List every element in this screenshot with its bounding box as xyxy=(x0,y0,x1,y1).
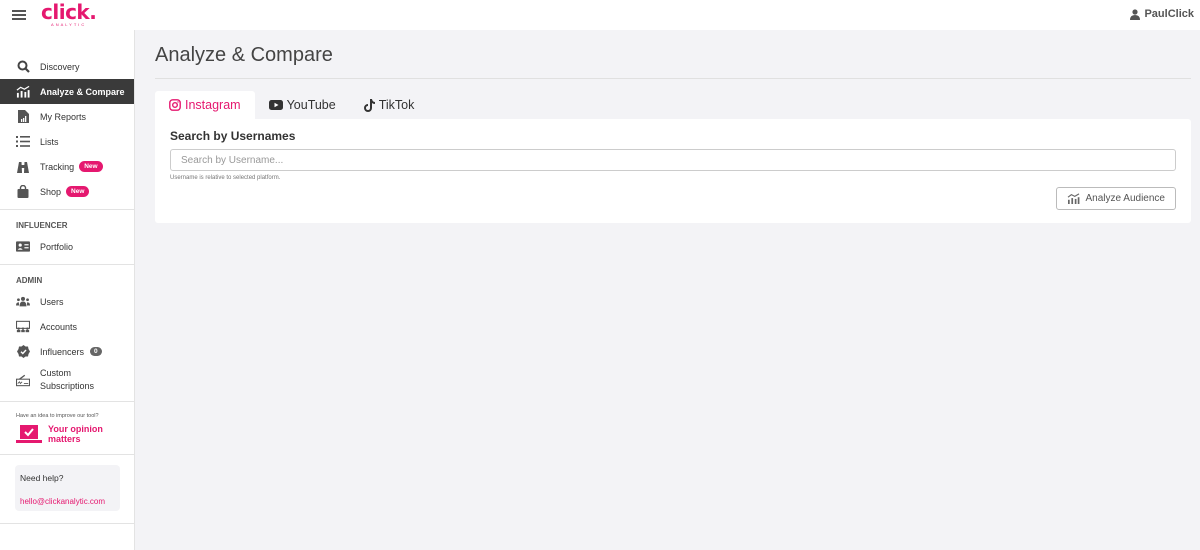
signature-icon xyxy=(16,373,30,387)
sidebar-item-my-reports[interactable]: My Reports xyxy=(0,104,134,129)
sidebar-item-accounts[interactable]: Accounts xyxy=(0,314,134,339)
divider xyxy=(0,209,134,210)
sidebar-item-label: Custom Subscriptions xyxy=(40,367,94,393)
user-name: PaulClick xyxy=(1144,8,1194,20)
sidebar-item-label: Lists xyxy=(40,136,59,147)
sidebar-item-label: Accounts xyxy=(40,321,78,332)
tab-label: YouTube xyxy=(286,98,336,112)
logo[interactable]: click. ANALYTIC xyxy=(41,0,97,27)
feedback-line-1: Your opinion xyxy=(48,424,103,434)
accounts-icon xyxy=(16,320,30,334)
binoculars-icon xyxy=(16,160,30,174)
feedback-section: Have an idea to improve our tool? Your o… xyxy=(0,407,134,444)
platform-tabs: Instagram YouTube TikTok xyxy=(155,91,1191,119)
instagram-icon xyxy=(169,99,181,111)
help-box: Need help? hello@clickanalytic.com xyxy=(15,465,120,511)
feedback-link[interactable]: Your opinion matters xyxy=(16,424,134,444)
sidebar-item-label: Discovery xyxy=(40,61,80,72)
chart-icon xyxy=(1068,193,1080,204)
sidebar-item-label: Portfolio xyxy=(40,241,74,252)
section-label-admin: ADMIN xyxy=(16,276,43,285)
sidebar-item-label: Tracking xyxy=(40,161,75,172)
label-line-1: Custom xyxy=(40,368,72,378)
tab-label: Instagram xyxy=(185,98,241,112)
main-content: Analyze & Compare Instagram YouTube TikT… xyxy=(155,30,1191,223)
count-badge: 0 xyxy=(90,347,102,356)
sidebar-item-users[interactable]: Users xyxy=(0,289,134,314)
button-label: Analyze Audience xyxy=(1085,193,1165,204)
top-bar: click. ANALYTIC PaulClick xyxy=(0,0,1200,30)
title-divider xyxy=(155,78,1191,79)
user-menu[interactable]: PaulClick xyxy=(1130,8,1194,20)
search-hint: Username is relative to selected platfor… xyxy=(170,175,281,181)
label-line-2: Subscriptions xyxy=(40,381,95,391)
search-icon xyxy=(16,60,30,74)
tab-tiktok[interactable]: TikTok xyxy=(350,91,429,119)
verified-badge-icon xyxy=(16,345,30,359)
feedback-prompt: Have an idea to improve our tool? xyxy=(16,413,99,419)
sidebar-item-tracking[interactable]: Tracking New xyxy=(0,154,134,179)
id-card-icon xyxy=(16,240,30,254)
sidebar-item-lists[interactable]: Lists xyxy=(0,129,134,154)
shopping-bag-icon xyxy=(16,185,30,199)
sidebar-item-label: My Reports xyxy=(40,111,87,122)
search-card: Search by Usernames Username is relative… xyxy=(155,119,1191,223)
help-email-link[interactable]: hello@clickanalytic.com xyxy=(20,497,115,506)
sidebar-item-label: Analyze & Compare xyxy=(40,86,125,97)
logo-text: click. xyxy=(41,0,97,24)
users-icon xyxy=(16,295,30,309)
sidebar: Discovery Analyze & Compare My Reports L… xyxy=(0,30,135,550)
tiktok-icon xyxy=(363,98,375,112)
sidebar-item-label: Users xyxy=(40,296,64,307)
analyze-audience-button[interactable]: Analyze Audience xyxy=(1056,187,1176,210)
search-title: Search by Usernames xyxy=(170,129,296,143)
sidebar-item-discovery[interactable]: Discovery xyxy=(0,54,134,79)
user-icon xyxy=(1130,8,1141,20)
list-icon xyxy=(16,135,30,149)
sidebar-item-shop[interactable]: Shop New xyxy=(0,179,134,204)
feedback-link-text: Your opinion matters xyxy=(48,424,103,444)
page-title: Analyze & Compare xyxy=(155,44,333,66)
chart-icon xyxy=(16,85,30,99)
new-badge: New xyxy=(66,186,90,197)
help-title: Need help? xyxy=(20,473,64,483)
feedback-line-2: matters xyxy=(48,434,81,444)
tab-label: TikTok xyxy=(378,98,415,112)
tab-youtube[interactable]: YouTube xyxy=(255,91,350,119)
sidebar-item-custom-subscriptions[interactable]: Custom Subscriptions xyxy=(0,364,134,396)
divider xyxy=(0,454,134,455)
checkbox-laptop-icon xyxy=(16,425,42,443)
sidebar-item-label: Influencers xyxy=(40,346,85,357)
section-label-influencer: INFLUENCER xyxy=(16,221,68,230)
sidebar-item-label: Shop xyxy=(40,186,62,197)
tab-instagram[interactable]: Instagram xyxy=(155,91,255,119)
divider xyxy=(0,523,134,524)
divider xyxy=(0,264,134,265)
hamburger-menu-icon[interactable] xyxy=(12,8,26,22)
username-search-input[interactable] xyxy=(170,149,1176,171)
divider xyxy=(0,401,134,402)
sidebar-item-influencers[interactable]: Influencers 0 xyxy=(0,339,134,364)
youtube-icon xyxy=(268,100,283,110)
new-badge: New xyxy=(79,161,103,172)
logo-subtext: ANALYTIC xyxy=(51,21,87,27)
sidebar-item-analyze-compare[interactable]: Analyze & Compare xyxy=(0,79,134,104)
sidebar-item-portfolio[interactable]: Portfolio xyxy=(0,234,134,259)
report-icon xyxy=(16,110,30,124)
